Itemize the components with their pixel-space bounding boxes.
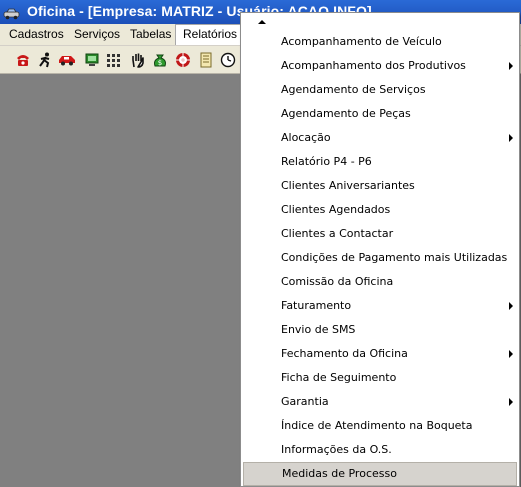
menu-item[interactable]: Faturamento xyxy=(241,294,519,318)
menu-item[interactable]: Acompanhamento de Veículo xyxy=(241,30,519,54)
menu-item-label: Fechamento da Oficina xyxy=(281,347,408,360)
menu-item-label: Clientes Aniversariantes xyxy=(281,179,415,192)
menu-item[interactable]: Agendamento de Serviços xyxy=(241,78,519,102)
menu-item[interactable]: Garantia xyxy=(241,390,519,414)
submenu-arrow-icon xyxy=(509,302,513,310)
menu-tabelas[interactable]: Tabelas xyxy=(123,24,178,45)
menu-item[interactable]: Alocação xyxy=(241,126,519,150)
menu-item-label: Alocação xyxy=(281,131,331,144)
document-icon[interactable] xyxy=(196,50,216,70)
menu-cadastros[interactable]: Cadastros xyxy=(2,24,71,45)
money-bag-icon[interactable]: $ xyxy=(150,50,170,70)
menu-item[interactable]: Condições de Pagamento mais Utilizadas xyxy=(241,246,519,270)
menu-item-label: Acompanhamento de Veículo xyxy=(281,35,442,48)
menu-item-label: Envio de SMS xyxy=(281,323,356,336)
menu-servicos[interactable]: Serviços xyxy=(67,24,127,45)
scroll-up-arrow-icon xyxy=(258,20,266,24)
menu-item-label: Relatório P4 - P6 xyxy=(281,155,372,168)
menu-item[interactable]: Clientes Agendados xyxy=(241,198,519,222)
menu-item-label: Informações da O.S. xyxy=(281,443,392,456)
menu-item-label: Agendamento de Peças xyxy=(281,107,411,120)
clock-icon[interactable] xyxy=(218,50,238,70)
menu-item[interactable]: Medidas de Processo xyxy=(243,462,517,486)
relatorios-dropdown-menu: Acompanhamento de Veículo Acompanhamento … xyxy=(240,12,520,487)
menu-item[interactable]: Ficha de Seguimento xyxy=(241,366,519,390)
submenu-arrow-icon xyxy=(509,62,513,70)
submenu-arrow-icon xyxy=(509,134,513,142)
menu-item-label: Agendamento de Serviços xyxy=(281,83,426,96)
menu-items: Acompanhamento de Veículo Acompanhamento … xyxy=(241,30,519,486)
car-icon[interactable] xyxy=(3,5,20,20)
menu-item[interactable]: Acompanhamento dos Produtivos xyxy=(241,54,519,78)
menu-item[interactable]: Comissão da Oficina xyxy=(241,270,519,294)
menu-item[interactable]: Informações da O.S. xyxy=(241,438,519,462)
menu-item-label: Índice de Atendimento na Boqueta xyxy=(281,419,473,432)
wheel-icon[interactable] xyxy=(173,50,193,70)
menu-item-label: Clientes a Contactar xyxy=(281,227,394,240)
calculator-icon[interactable] xyxy=(104,50,124,70)
menu-item-label: Comissão da Oficina xyxy=(281,275,394,288)
running-man-icon[interactable] xyxy=(35,50,55,70)
scroll-up-button[interactable] xyxy=(241,13,519,31)
menu-item[interactable]: Fechamento da Oficina xyxy=(241,342,519,366)
menu-item-label: Ficha de Seguimento xyxy=(281,371,397,384)
telephone-icon[interactable] xyxy=(13,50,33,70)
menu-item-label: Acompanhamento dos Produtivos xyxy=(281,59,466,72)
menu-item-label: Medidas de Processo xyxy=(282,467,397,480)
menu-item[interactable]: Clientes Aniversariantes xyxy=(241,174,519,198)
menu-item[interactable]: Envio de SMS xyxy=(241,318,519,342)
menu-item[interactable]: Relatório P4 - P6 xyxy=(241,150,519,174)
menu-relatorios[interactable]: Relatórios xyxy=(175,24,246,45)
car-icon[interactable] xyxy=(57,50,77,70)
submenu-arrow-icon xyxy=(509,398,513,406)
submenu-arrow-icon xyxy=(509,350,513,358)
monitor-icon[interactable] xyxy=(82,50,102,70)
hand-icon[interactable] xyxy=(128,50,148,70)
svg-text:$: $ xyxy=(158,59,162,67)
menu-item[interactable]: Agendamento de Peças xyxy=(241,102,519,126)
menu-item-label: Faturamento xyxy=(281,299,352,312)
menu-item[interactable]: Clientes a Contactar xyxy=(241,222,519,246)
menu-item-label: Garantia xyxy=(281,395,329,408)
menu-item-label: Condições de Pagamento mais Utilizadas xyxy=(281,251,508,264)
menu-item-label: Clientes Agendados xyxy=(281,203,391,216)
menu-item[interactable]: Índice de Atendimento na Boqueta xyxy=(241,414,519,438)
